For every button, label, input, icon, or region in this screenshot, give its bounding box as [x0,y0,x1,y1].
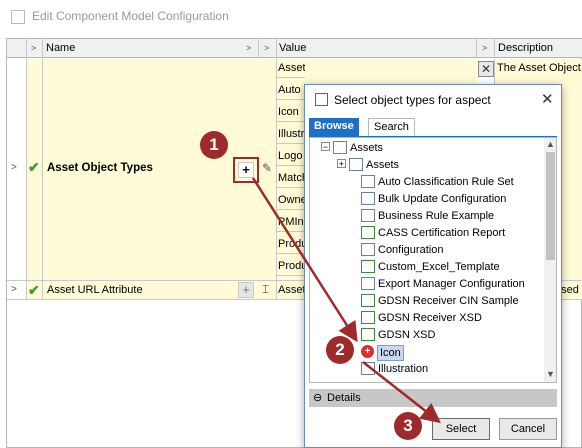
arrow-step-1-to-2 [251,177,358,343]
arrow-step-2-to-3 [362,361,441,424]
callout-arrows [251,177,441,424]
callout-badge-1: 1 [200,131,228,159]
callout-badge-3: 3 [394,412,422,440]
callout-badge-2: 2 [326,336,354,364]
